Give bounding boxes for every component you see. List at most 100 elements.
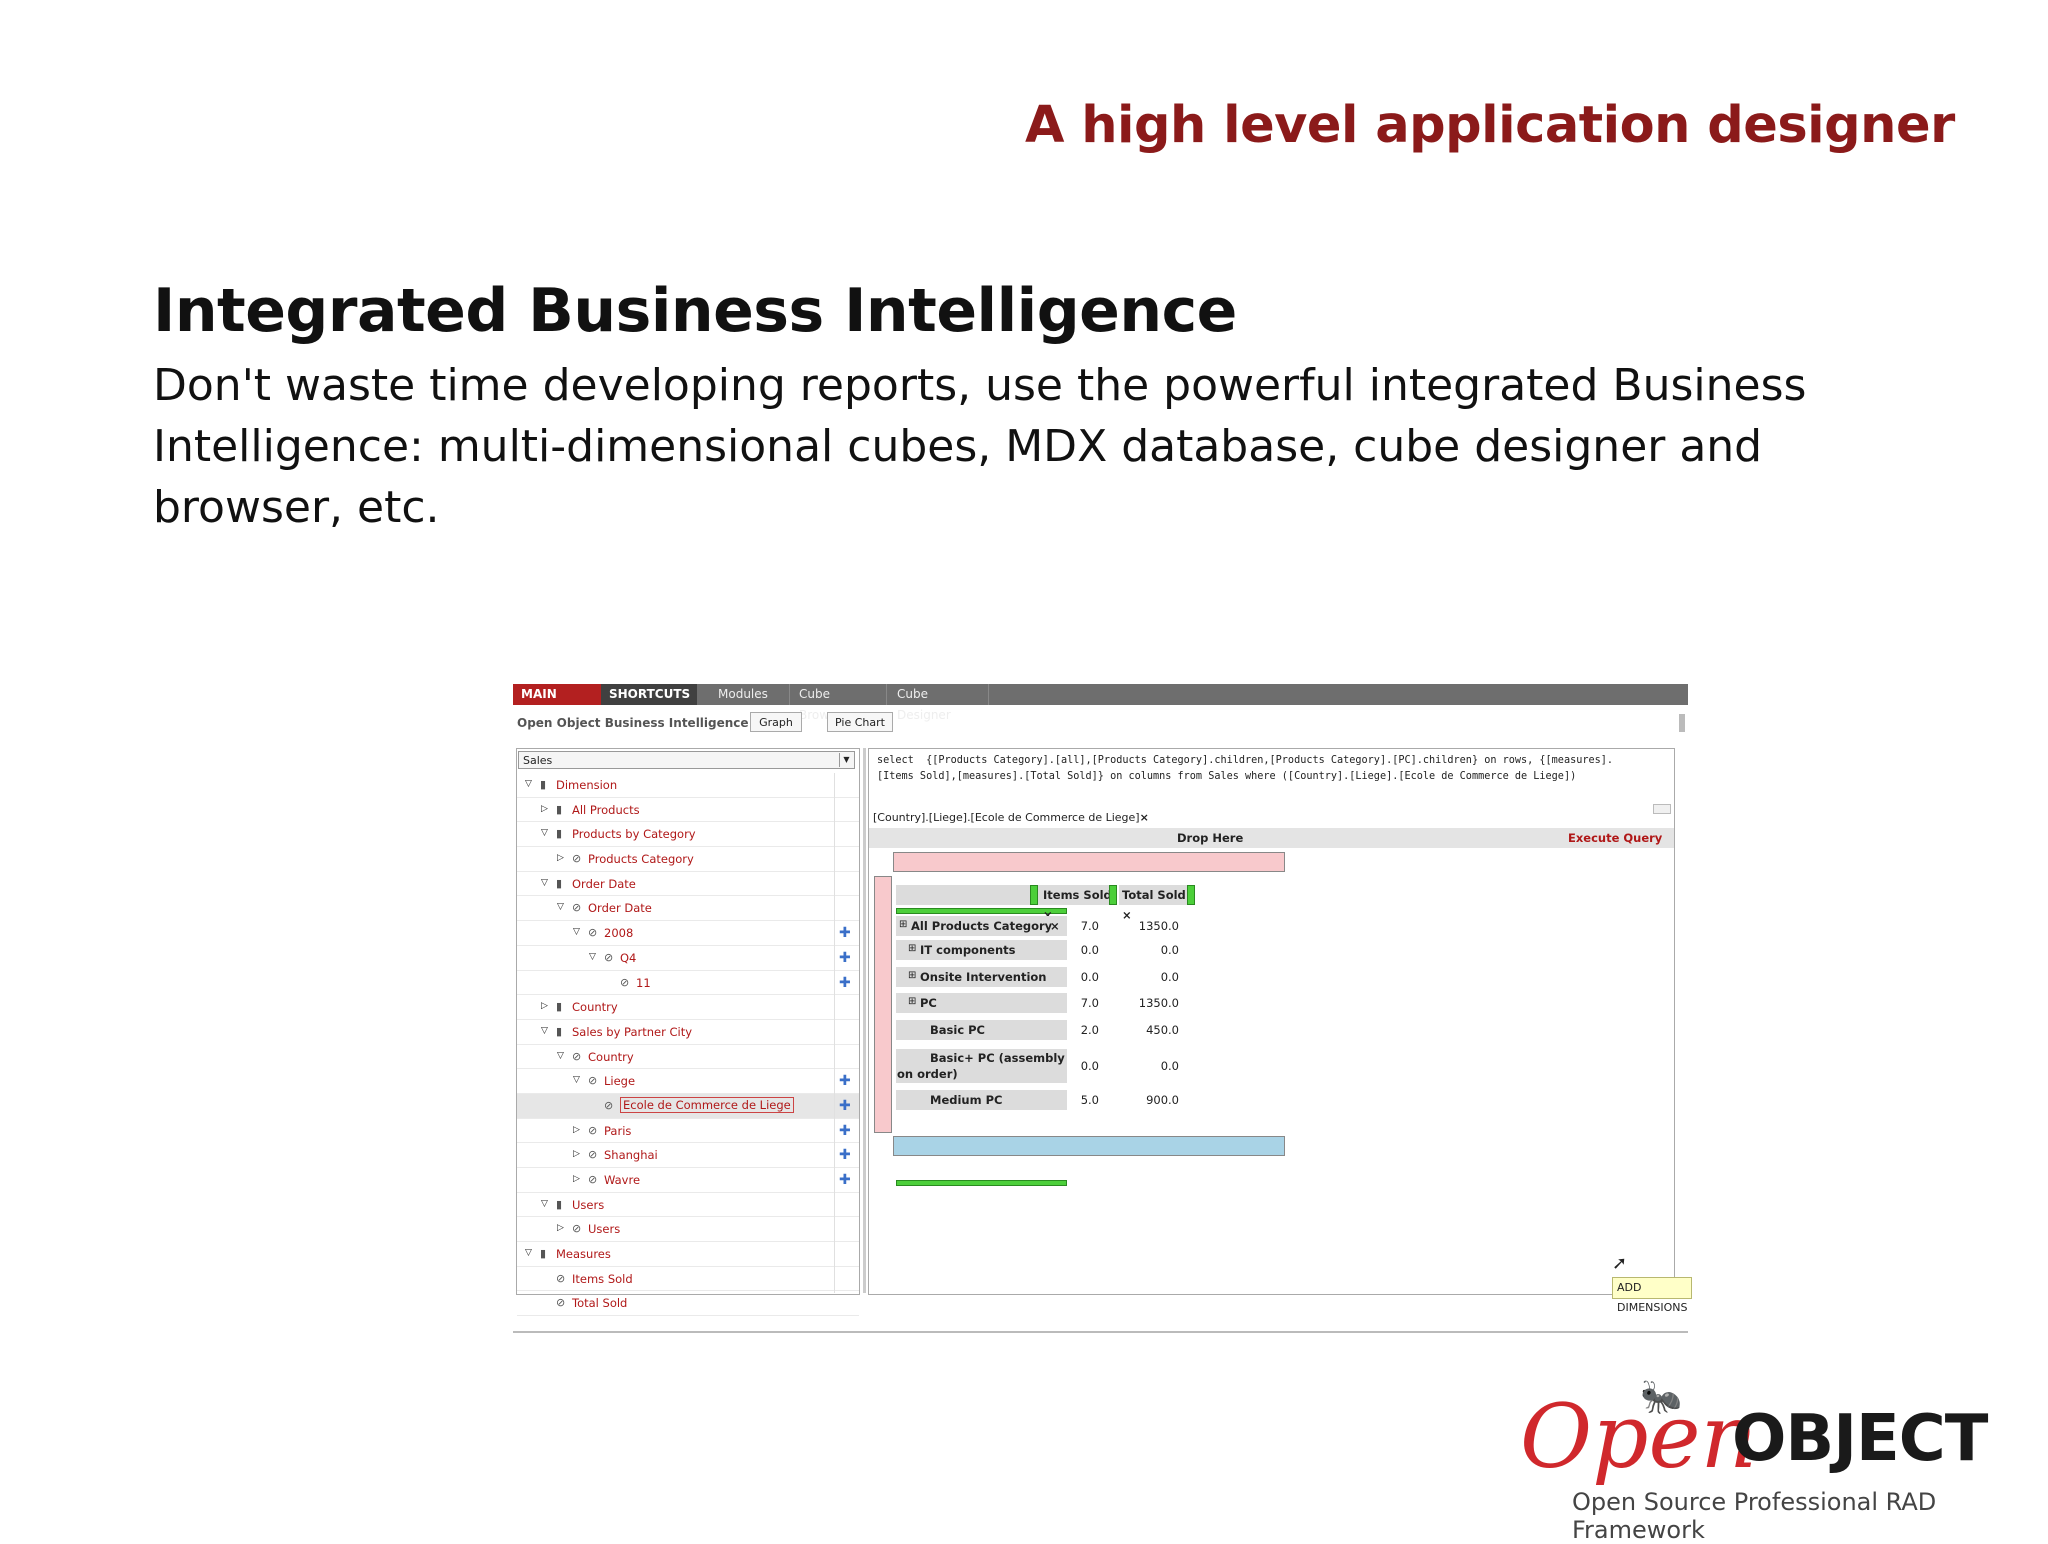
row-drop-zone[interactable]: [874, 876, 892, 1133]
tree-item-label: Total Sold: [572, 1296, 628, 1311]
total-sold-cell: 0.0: [1160, 1059, 1179, 1073]
tree-item[interactable]: ▽ ▮ Order Date: [517, 872, 859, 897]
tree-item-label: Ecole de Commerce de Liege: [620, 1096, 794, 1113]
collapse-icon[interactable]: ▽: [573, 1075, 583, 1085]
section-body: Don't waste time developing reports, use…: [153, 360, 1807, 533]
tree-item[interactable]: ▽ ▮ Dimension: [517, 773, 859, 798]
tree-item[interactable]: ▽ ⊘ Order Date: [517, 896, 859, 922]
row-handle-top[interactable]: [896, 908, 1067, 914]
collapse-icon[interactable]: ▽: [541, 1199, 551, 1209]
main-menu-tab[interactable]: MAIN MENU: [513, 684, 601, 722]
chevron-down-icon: ▼: [839, 753, 853, 767]
tree-item-label: Users: [572, 1197, 605, 1212]
pivot-row-label: Basic PC: [930, 1023, 986, 1037]
expand-icon[interactable]: ▷: [541, 804, 551, 814]
tree-item[interactable]: ▽ ⊘ Q4 ✚: [517, 946, 859, 971]
expand-icon[interactable]: ▷: [541, 1001, 551, 1011]
tree-item[interactable]: ▷ ⊘ Products Category: [517, 847, 859, 872]
tree-item[interactable]: ▷ ⊘ Users: [517, 1217, 859, 1243]
collapse-icon[interactable]: ▽: [541, 828, 551, 838]
tree-item[interactable]: ▽ ▮ Users: [517, 1193, 859, 1218]
mdx-query-text[interactable]: select {[Products Category].[all],[Produ…: [877, 753, 1667, 785]
add-icon[interactable]: ✚: [839, 1123, 851, 1139]
total-sold-cell: 450.0: [1146, 1023, 1179, 1037]
add-icon[interactable]: ✚: [839, 1098, 851, 1114]
collapse-icon[interactable]: ▽: [541, 878, 551, 888]
expand-icon[interactable]: ▷: [557, 1223, 567, 1233]
tree-item[interactable]: ▽ ⊘ 2008 ✚: [517, 921, 859, 946]
tree-item-label: Dimension: [556, 778, 618, 792]
add-icon[interactable]: ✚: [839, 1172, 851, 1188]
tree-item[interactable]: ▽ ▮ Measures: [517, 1242, 859, 1267]
collapse-icon[interactable]: ▽: [573, 927, 583, 937]
total-sold-cell: 0.0: [1160, 970, 1179, 984]
expand-icon[interactable]: ▷: [573, 1174, 583, 1184]
collapse-icon[interactable]: ▽: [557, 902, 567, 912]
collapse-icon[interactable]: ▽: [557, 1051, 567, 1061]
app-toolbar: Open Object Business Intelligence Graph …: [513, 710, 1688, 736]
collapse-icon[interactable]: ▽: [525, 779, 535, 789]
add-icon[interactable]: ✚: [839, 1073, 851, 1089]
level-icon: ⊘: [588, 1173, 598, 1186]
pane-splitter[interactable]: [863, 748, 866, 1293]
tree-item-label: Q4: [620, 950, 637, 965]
modules-tab[interactable]: Modules: [710, 684, 790, 705]
column-drop-zone[interactable]: [893, 852, 1285, 872]
pie-chart-button[interactable]: Pie Chart: [827, 712, 893, 732]
add-icon[interactable]: ✚: [839, 950, 851, 966]
tree-item[interactable]: ⊘ Total Sold: [517, 1291, 859, 1317]
measure-handle[interactable]: [1187, 885, 1195, 905]
expand-row-icon[interactable]: ⊞: [908, 943, 916, 954]
graph-button[interactable]: Graph: [750, 712, 802, 732]
measure-header[interactable]: Items Sold ×: [1040, 885, 1116, 922]
total-sold-cell: 1350.0: [1138, 996, 1179, 1010]
level-icon: ⊘: [588, 926, 598, 940]
execute-query-button[interactable]: Execute Query: [1568, 831, 1662, 845]
ant-icon: 🐜: [1640, 1378, 1683, 1416]
bottom-drop-zone[interactable]: [893, 1136, 1285, 1156]
collapse-icon[interactable]: ▽: [589, 952, 599, 962]
expand-row-icon[interactable]: ⊞: [908, 996, 916, 1007]
tree-item-label: Country: [588, 1049, 634, 1064]
expand-icon[interactable]: ▷: [573, 1125, 583, 1135]
tree-item[interactable]: ▷ ⊘ Paris ✚: [517, 1119, 859, 1144]
tree-item[interactable]: ▽ ⊘ Country: [517, 1045, 859, 1070]
tree-item[interactable]: ▽ ▮ Products by Category: [517, 822, 859, 848]
add-icon[interactable]: ✚: [839, 1147, 851, 1163]
shortcuts-tab[interactable]: SHORTCUTS: [601, 684, 697, 705]
scroll-tab[interactable]: [1653, 804, 1671, 814]
level-icon: ⊘: [556, 1271, 566, 1285]
cube-select-value: Sales: [523, 754, 553, 767]
expand-row-icon[interactable]: ⊞: [899, 919, 907, 930]
tree-item[interactable]: ▷ ⊘ Shanghai ✚: [517, 1143, 859, 1168]
measure-label: Items Sold: [1043, 888, 1112, 902]
tree-item[interactable]: ▷ ⊘ Wavre ✚: [517, 1168, 859, 1193]
measure-handle[interactable]: [1030, 885, 1038, 905]
tree-item[interactable]: ▽ ▮ Sales by Partner City: [517, 1020, 859, 1045]
cube-select[interactable]: Sales ▼: [518, 751, 855, 769]
collapse-handle[interactable]: [1679, 714, 1685, 732]
measure-header[interactable]: Total Sold ×: [1119, 885, 1195, 922]
collapse-icon[interactable]: ▽: [541, 1026, 551, 1036]
tree-item[interactable]: ⊘ Items Sold: [517, 1267, 859, 1292]
expand-icon[interactable]: ▷: [557, 853, 567, 863]
measure-handle[interactable]: [1109, 885, 1117, 905]
cube-browser-tab[interactable]: Cube Browser: [791, 684, 887, 722]
tree-item[interactable]: ▷ ▮ Country: [517, 995, 859, 1020]
expand-row-icon[interactable]: ⊞: [908, 970, 916, 981]
add-icon[interactable]: ✚: [839, 925, 851, 941]
column-divider: [834, 773, 835, 1293]
tree-item[interactable]: ⊘ Ecole de Commerce de Liege ✚: [517, 1093, 859, 1119]
tree-item[interactable]: ▷ ▮ All Products: [517, 798, 859, 823]
add-icon[interactable]: ✚: [839, 975, 851, 991]
collapse-icon[interactable]: ▽: [525, 1248, 535, 1258]
items-sold-cell: 5.0: [1080, 1093, 1099, 1107]
cube-designer-tab[interactable]: Cube Designer: [889, 684, 989, 722]
book-icon: ▮: [540, 778, 547, 791]
expand-icon[interactable]: ▷: [573, 1149, 583, 1159]
pivot-row-label: IT components: [920, 943, 1016, 957]
slicer-close-icon[interactable]: ×: [1140, 811, 1149, 824]
tree-item[interactable]: ▽ ⊘ Liege ✚: [517, 1069, 859, 1094]
tree-item[interactable]: ⊘ 11 ✚: [517, 971, 859, 996]
row-handle-bottom[interactable]: [896, 1180, 1067, 1186]
